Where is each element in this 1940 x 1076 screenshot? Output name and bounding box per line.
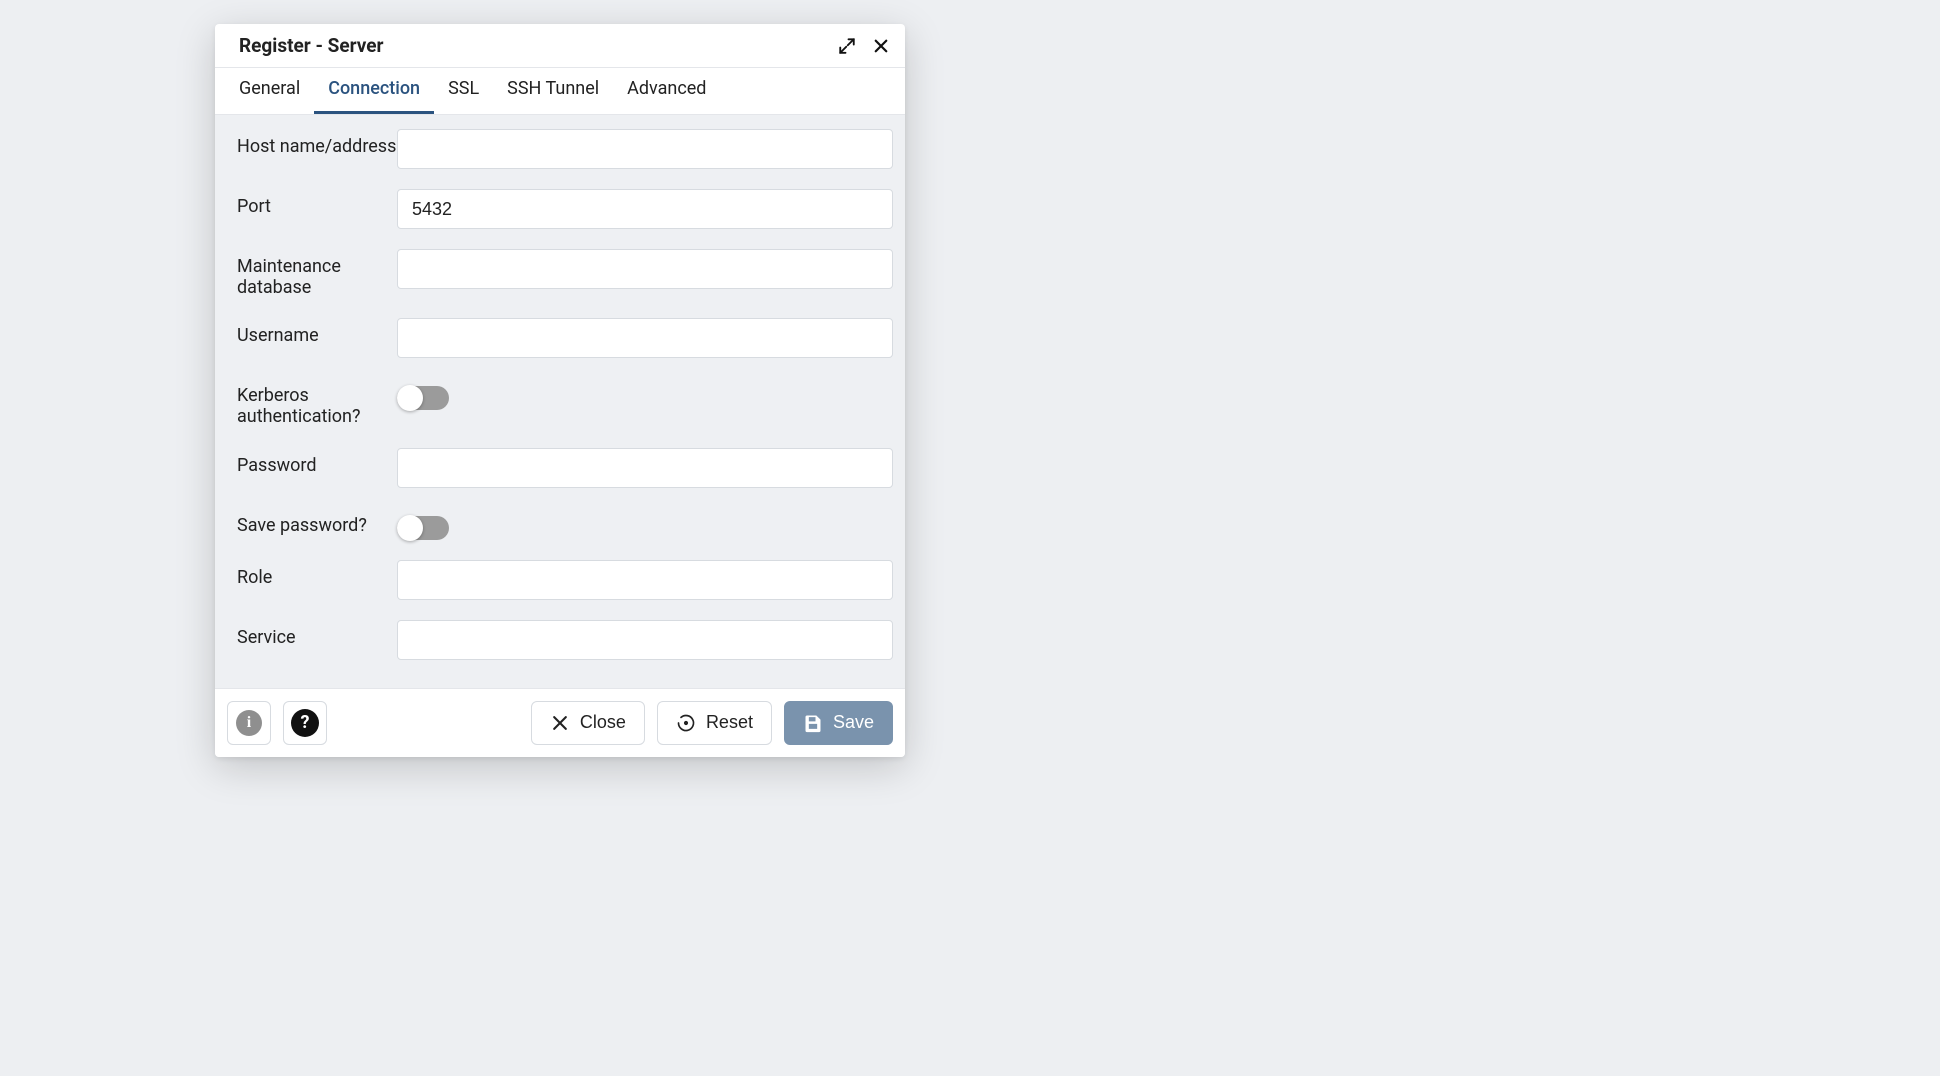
- row-role: Role: [237, 560, 893, 600]
- row-username: Username: [237, 318, 893, 358]
- tab-advanced[interactable]: Advanced: [613, 68, 720, 114]
- row-savepw: Save password?: [237, 508, 893, 540]
- footer-right: Close Reset Save: [531, 701, 893, 745]
- row-host: Host name/address: [237, 129, 893, 169]
- password-input[interactable]: [397, 448, 893, 488]
- reset-button[interactable]: Reset: [657, 701, 772, 745]
- kerberos-toggle[interactable]: [397, 386, 449, 410]
- dialog-header-actions: [837, 36, 891, 56]
- dialog-title: Register - Server: [239, 34, 383, 57]
- dialog-body: Host name/address Port Maintenance datab…: [215, 115, 905, 688]
- info-icon: i: [236, 710, 262, 736]
- expand-icon[interactable]: [837, 36, 857, 56]
- save-icon: [803, 713, 823, 733]
- row-maintdb: Maintenance database: [237, 249, 893, 298]
- tab-general[interactable]: General: [225, 68, 314, 114]
- close-icon[interactable]: [871, 36, 891, 56]
- row-kerberos: Kerberos authentication?: [237, 378, 893, 427]
- help-button[interactable]: ?: [283, 701, 327, 745]
- label-kerberos: Kerberos authentication?: [237, 378, 397, 427]
- label-port: Port: [237, 189, 397, 218]
- help-icon: ?: [291, 709, 319, 737]
- username-input[interactable]: [397, 318, 893, 358]
- savepw-toggle[interactable]: [397, 516, 449, 540]
- tabs: General Connection SSL SSH Tunnel Advanc…: [215, 68, 905, 115]
- label-service: Service: [237, 620, 397, 649]
- label-savepw: Save password?: [237, 508, 397, 537]
- close-button[interactable]: Close: [531, 701, 645, 745]
- maintdb-input[interactable]: [397, 249, 893, 289]
- host-input[interactable]: [397, 129, 893, 169]
- reset-icon: [676, 713, 696, 733]
- tab-ssl[interactable]: SSL: [434, 68, 493, 114]
- close-button-label: Close: [580, 712, 626, 733]
- tab-connection[interactable]: Connection: [314, 68, 434, 114]
- info-button[interactable]: i: [227, 701, 271, 745]
- save-button[interactable]: Save: [784, 701, 893, 745]
- footer-left: i ?: [227, 701, 327, 745]
- close-icon: [550, 713, 570, 733]
- row-service: Service: [237, 620, 893, 660]
- row-port: Port: [237, 189, 893, 229]
- label-password: Password: [237, 448, 397, 477]
- service-input[interactable]: [397, 620, 893, 660]
- label-username: Username: [237, 318, 397, 347]
- row-password: Password: [237, 448, 893, 488]
- role-input[interactable]: [397, 560, 893, 600]
- label-host: Host name/address: [237, 129, 397, 158]
- label-maintdb: Maintenance database: [237, 249, 397, 298]
- save-button-label: Save: [833, 712, 874, 733]
- register-server-dialog: Register - Server General Connection SSL…: [215, 24, 905, 757]
- port-input[interactable]: [397, 189, 893, 229]
- label-role: Role: [237, 560, 397, 589]
- tab-ssh-tunnel[interactable]: SSH Tunnel: [493, 68, 613, 114]
- reset-button-label: Reset: [706, 712, 753, 733]
- dialog-header: Register - Server: [215, 24, 905, 68]
- dialog-footer: i ? Close Reset: [215, 688, 905, 757]
